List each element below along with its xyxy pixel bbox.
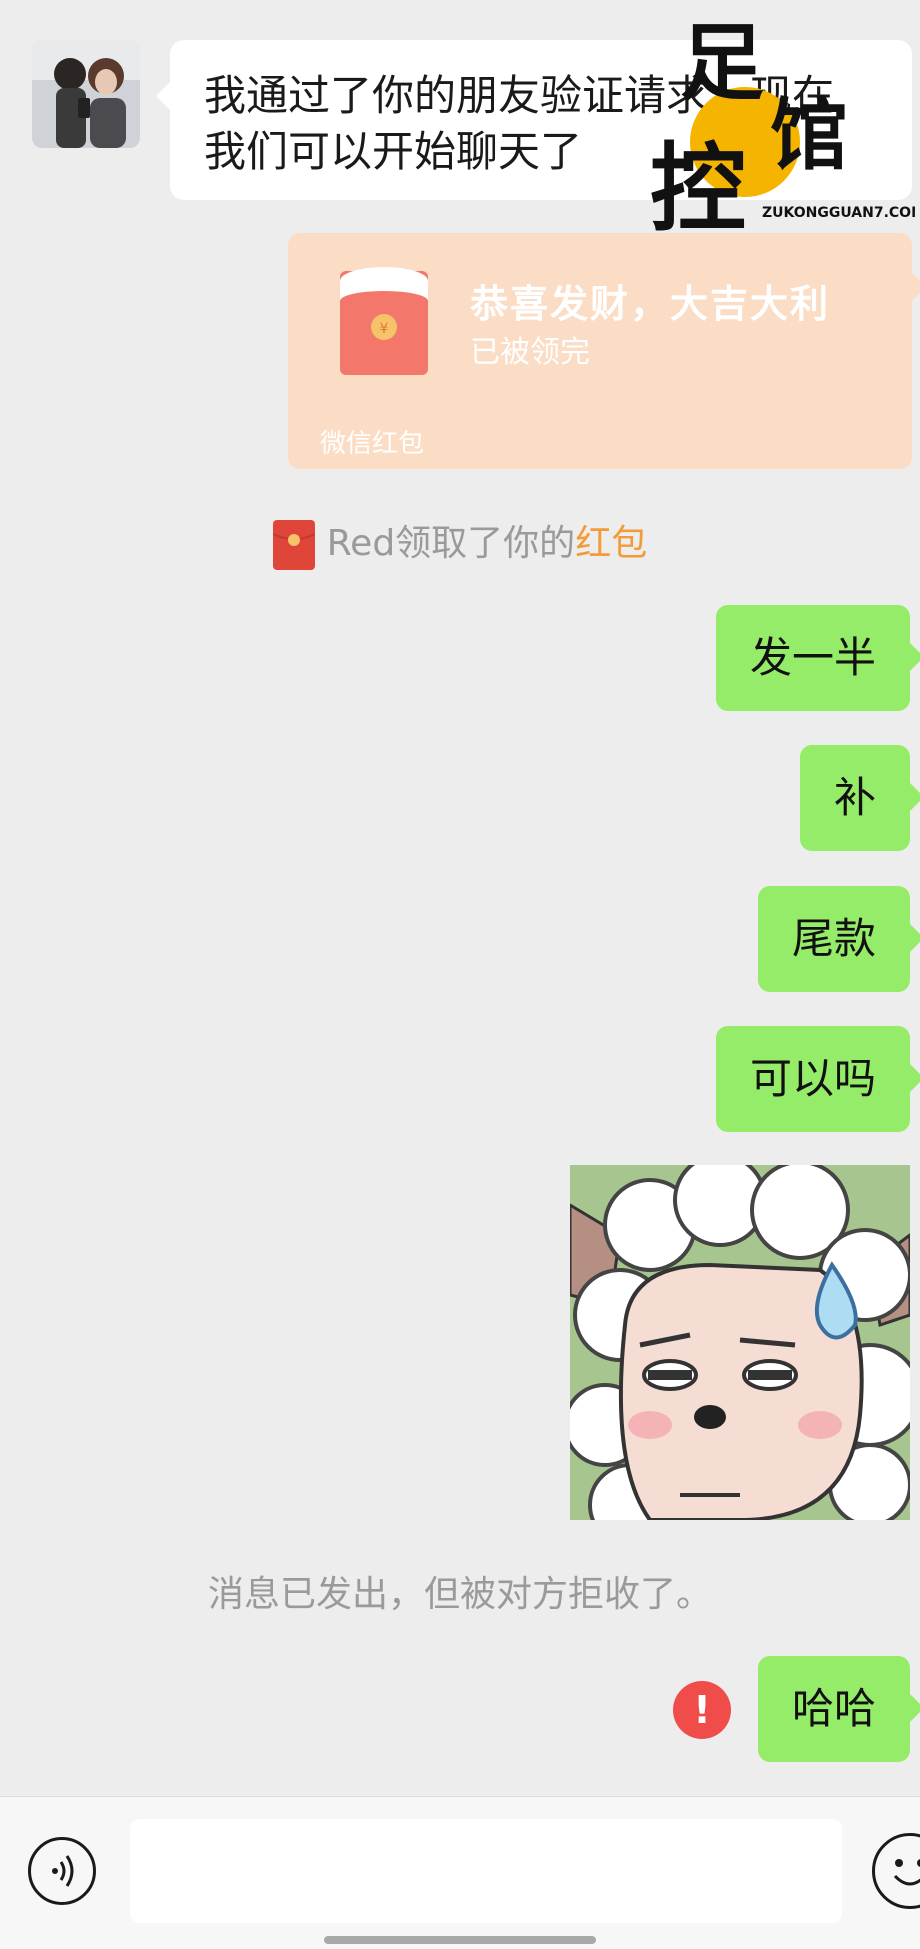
notice-red-packet-link[interactable]: 红包 [575, 523, 647, 564]
watermark-site: ZUKONGGUAN7.COM [762, 205, 915, 221]
red-packet-footer: 微信红包 [320, 429, 425, 459]
red-packet-icon: ¥ [340, 267, 428, 375]
watermark-char-3: 控 [650, 132, 746, 237]
red-packet-coin: ¥ [380, 321, 389, 337]
message-input[interactable] [130, 1819, 842, 1923]
voice-icon[interactable] [28, 1837, 96, 1905]
failed-outgoing-message-bubble[interactable]: 哈哈 [757, 1656, 920, 1762]
outgoing-message-bubble[interactable]: 尾款 [757, 886, 920, 992]
red-packet-status: 已被领完 [470, 335, 590, 370]
contact-avatar[interactable] [32, 40, 140, 148]
sheep-sticker-image[interactable] [570, 1165, 910, 1520]
outgoing-message-bubble[interactable]: 补 [799, 745, 920, 851]
message-rejected-notice: 消息已发出，但被对方拒收了。 [207, 1574, 712, 1615]
outgoing-message-bubble[interactable]: 发一半 [715, 605, 920, 711]
red-packet-title: 恭喜发财，大吉大利 [470, 282, 831, 326]
home-indicator[interactable] [324, 1936, 596, 1944]
red-packet-card[interactable]: ¥ 恭喜发财，大吉大利 已被领完 微信红包 [288, 233, 920, 469]
watermark-char-2: 馆 [770, 90, 848, 181]
watermark-char-1: 足 [680, 13, 764, 112]
notice-text: Red领取了你的 [326, 523, 576, 564]
send-failed-error-icon[interactable]: ! [673, 1681, 731, 1739]
emoji-icon[interactable] [872, 1833, 920, 1909]
red-packet-claimed-notice: Red领取了你的红包 [0, 514, 920, 570]
red-packet-icon [272, 520, 316, 570]
chat-input-bar [0, 1796, 920, 1949]
outgoing-message-bubble[interactable]: 可以吗 [715, 1026, 920, 1132]
watermark-logo: 足 馆 控 ZUKONGGUAN7.COM [650, 12, 920, 245]
